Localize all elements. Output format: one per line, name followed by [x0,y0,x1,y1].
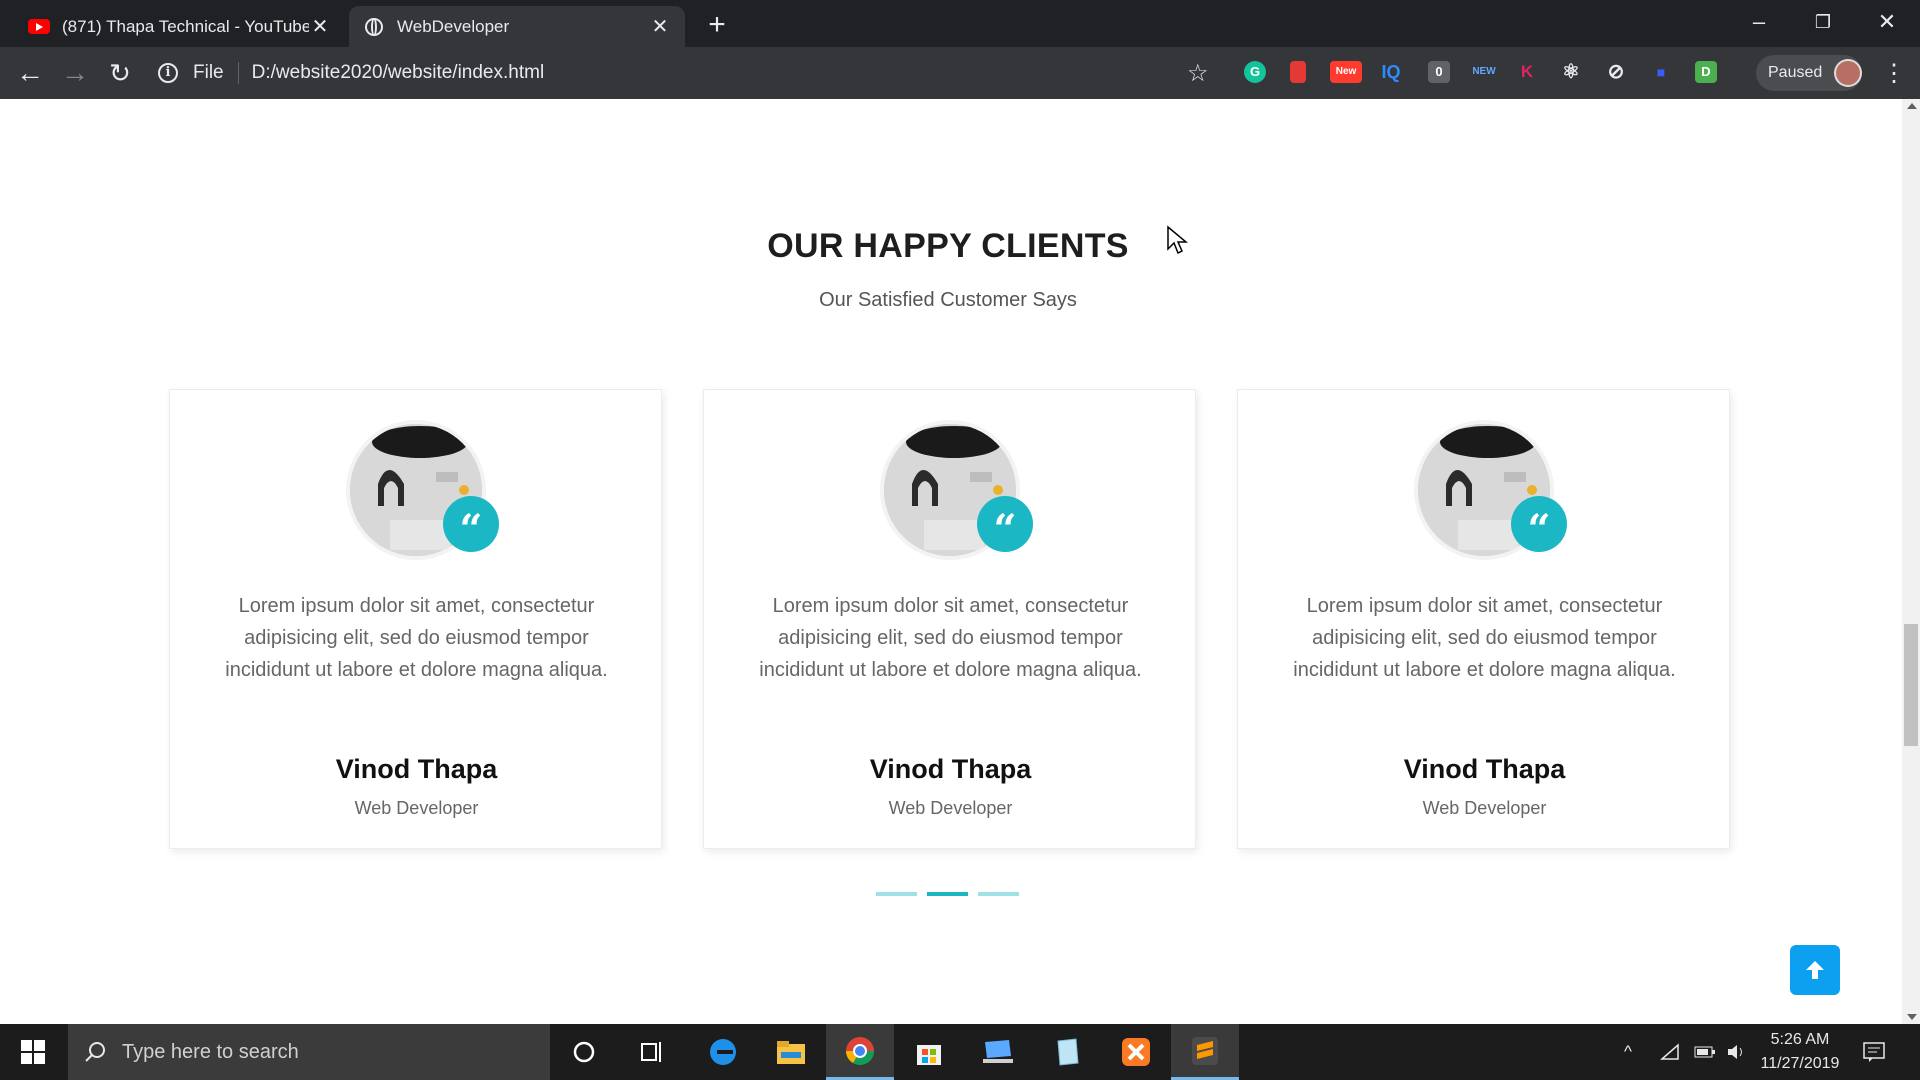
bookmark-red-icon[interactable] [1290,61,1306,83]
address-scheme-label: File [193,62,239,84]
mouse-cursor-icon [1167,225,1188,255]
grammarly-icon[interactable]: G [1244,61,1266,83]
close-tab-icon[interactable]: ✕ [649,14,671,39]
windows-logo-icon [21,1040,45,1064]
browser-tab-bar: (871) Thapa Technical - YouTube ✕ WebDev… [0,0,1920,47]
iq-icon[interactable]: IQ [1380,61,1402,83]
section-title: OUR HAPPY CLIENTS [767,227,1129,265]
client-name: Vinod Thapa [335,754,498,784]
task-view-icon[interactable] [618,1024,686,1080]
menu-kebab-icon[interactable]: ⋮ [1882,59,1906,88]
section-subtitle: Our Satisfied Customer Says [819,289,1077,311]
start-button[interactable] [0,1024,66,1080]
taskbar-clock[interactable]: 5:26 AM 11/27/2019 [1750,1028,1850,1076]
address-bar[interactable]: i File D:/website2020/website/index.html [158,55,1208,91]
new-badge-icon[interactable]: New [1330,61,1362,83]
counter-icon[interactable]: 0 [1428,61,1450,83]
profile-status: Paused [1768,64,1823,81]
address-url[interactable]: D:/website2020/website/index.html [252,62,545,84]
close-tab-icon[interactable]: ✕ [309,14,331,39]
cortana-icon[interactable] [550,1024,618,1080]
compass-icon[interactable]: ⊘ [1605,61,1627,83]
battery-icon[interactable] [1694,1024,1716,1080]
sublime-text-icon[interactable] [1171,1024,1239,1080]
restore-button[interactable]: ❐ [1798,4,1848,40]
edge-browser-icon[interactable] [689,1024,757,1080]
scroll-up-arrow-icon[interactable] [1907,103,1917,109]
carousel-dot[interactable] [876,892,917,896]
windows-taskbar: ^ 5:26 AM 11/27/2019 [0,1024,1920,1080]
vertical-scrollbar[interactable] [1902,99,1920,1024]
minimize-button[interactable]: – [1734,4,1784,40]
client-role: Web Developer [354,798,479,818]
file-explorer-icon[interactable] [757,1024,825,1080]
clock-date: 11/27/2019 [1760,1055,1840,1072]
testimonial-text: Lorem ipsum dolor sit amet, consectetur … [1293,595,1676,681]
profile-button[interactable]: Paused [1756,55,1862,91]
testimonial-card: “ Lorem ipsum dolor sit amet, consectetu… [703,389,1196,849]
tray-chevron-icon[interactable]: ^ [1624,1024,1632,1080]
notes-app-icon[interactable] [1033,1024,1101,1080]
search-icon [85,1042,105,1062]
quote-icon: “ [1511,496,1567,553]
k-icon[interactable]: K [1516,61,1538,83]
search-input[interactable] [122,1040,522,1064]
xampp-icon[interactable] [1102,1024,1170,1080]
reload-button[interactable]: ↻ [104,57,136,89]
page-viewport: OUR HAPPY CLIENTS Our Satisfied Customer… [0,99,1920,1024]
new-tab-button[interactable]: + [702,8,732,42]
arrow-up-icon [1806,961,1824,979]
new-extension-icon[interactable]: NEW [1470,61,1498,83]
globe-icon [363,16,385,38]
testimonial-card: “ Lorem ipsum dolor sit amet, consectetu… [169,389,662,849]
client-name: Vinod Thapa [869,754,1032,784]
quote-icon: “ [443,496,499,553]
scroll-down-arrow-icon[interactable] [1907,1014,1917,1020]
avatar [1834,59,1862,87]
testimonial-card: “ Lorem ipsum dolor sit amet, consectetu… [1237,389,1730,849]
youtube-icon [28,16,50,38]
client-name: Vinod Thapa [1403,754,1566,784]
clock-time: 5:26 AM [1770,1031,1830,1048]
tab-title: WebDeveloper [397,16,510,36]
quote-icon: “ [977,496,1033,553]
carousel-dot-active[interactable] [927,892,968,896]
notification-icon[interactable] [1862,1024,1886,1080]
blue-square-icon[interactable]: ■ [1650,61,1672,83]
testimonial-text: Lorem ipsum dolor sit amet, consectetur … [759,595,1142,681]
tab-webdeveloper[interactable]: WebDeveloper ✕ [349,6,685,47]
bookmark-star-icon[interactable]: ☆ [1187,59,1209,88]
store-icon[interactable] [895,1024,963,1080]
scroll-to-top-button[interactable] [1790,945,1840,995]
taskbar-search[interactable] [68,1024,550,1080]
react-icon[interactable]: ⚛ [1560,61,1582,83]
close-window-button[interactable]: ✕ [1862,4,1912,40]
client-role: Web Developer [888,798,1013,818]
chrome-icon[interactable] [826,1024,894,1080]
browser-toolbar: ← → ↻ i File D:/website2020/website/inde… [0,47,1920,99]
testimonial-text: Lorem ipsum dolor sit amet, consectetur … [225,595,608,681]
back-button[interactable]: ← [14,57,46,89]
wifi-icon[interactable] [1660,1024,1680,1080]
carousel-dots [876,892,1019,896]
scrollbar-thumb[interactable] [1904,624,1918,746]
carousel-dot[interactable] [978,892,1019,896]
client-role: Web Developer [1422,798,1547,818]
info-icon[interactable]: i [158,63,178,83]
volume-icon[interactable] [1726,1024,1746,1080]
forward-button[interactable]: → [59,57,91,89]
laptop-app-icon[interactable] [964,1024,1032,1080]
tab-title: (871) Thapa Technical - YouTube [62,16,309,36]
d-icon[interactable]: D [1695,61,1717,83]
tab-youtube[interactable]: (871) Thapa Technical - YouTube ✕ [14,6,345,47]
